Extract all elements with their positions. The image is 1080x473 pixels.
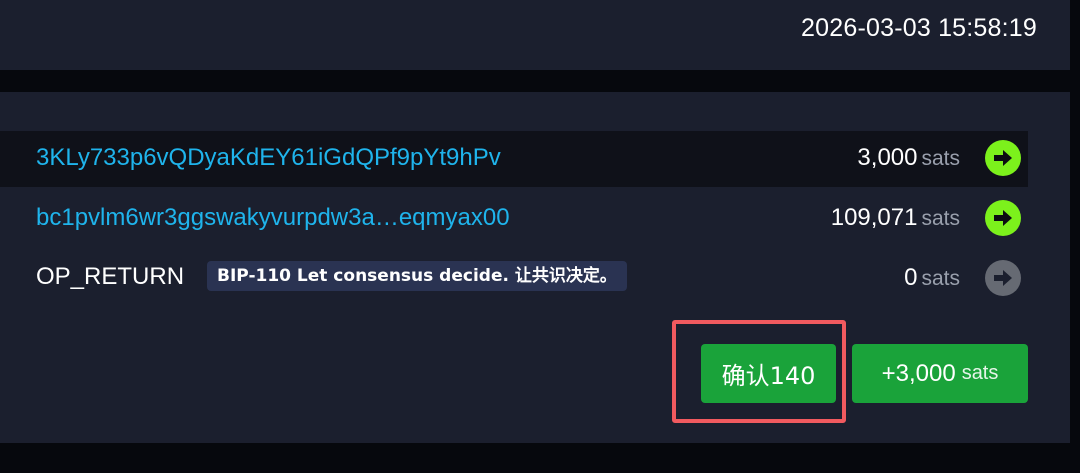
output-amount-unit: sats — [921, 267, 960, 290]
arrow-right-circle-icon[interactable] — [985, 140, 1021, 176]
output-row: bc1pvlm6wr3ggswakyvurpdw3a…eqmyax00 109,… — [0, 191, 1028, 247]
output-amount-value: 3,000 — [857, 144, 918, 171]
output-address-link[interactable]: 3KLy733p6vQDyaKdEY61iGdQPf9pYt9hPv — [36, 144, 501, 172]
output-amount-value: 109,071 — [830, 204, 918, 231]
op-return-message-badge: BIP-110 Let consensus decide. 让共识决定。 — [207, 261, 627, 291]
arrow-right-circle-icon — [985, 260, 1021, 296]
op-return-row: OP_RETURN BIP-110 Let consensus decide. … — [0, 251, 1028, 307]
header-bar: 2026-03-03 15:58:19 — [0, 0, 1070, 70]
output-amount-unit: sats — [921, 147, 960, 170]
total-amount-value: +3,000 — [881, 359, 956, 387]
output-amount-unit: sats — [921, 207, 960, 230]
output-amount: 109,071 sats — [831, 204, 960, 232]
total-amount-unit: sats — [961, 362, 999, 384]
arrow-right-circle-icon[interactable] — [985, 200, 1021, 236]
output-amount-value: 0 — [904, 264, 918, 291]
output-address-link[interactable]: bc1pvlm6wr3ggswakyvurpdw3a…eqmyax00 — [36, 204, 510, 232]
op-return-label: OP_RETURN — [36, 263, 185, 290]
output-row: 3KLy733p6vQDyaKdEY61iGdQPf9pYt9hPv 3,000… — [0, 131, 1028, 187]
block-timestamp: 2026-03-03 15:58:19 — [801, 14, 1037, 42]
total-amount-button[interactable]: +3,000 sats — [852, 344, 1028, 403]
page: 2026-03-03 15:58:19 3KLy733p6vQDyaKdEY61… — [0, 0, 1080, 473]
confirmations-button[interactable]: 确认140 — [701, 344, 836, 403]
output-amount: 3,000 sats — [857, 144, 960, 172]
output-amount: 0 sats — [904, 264, 960, 292]
